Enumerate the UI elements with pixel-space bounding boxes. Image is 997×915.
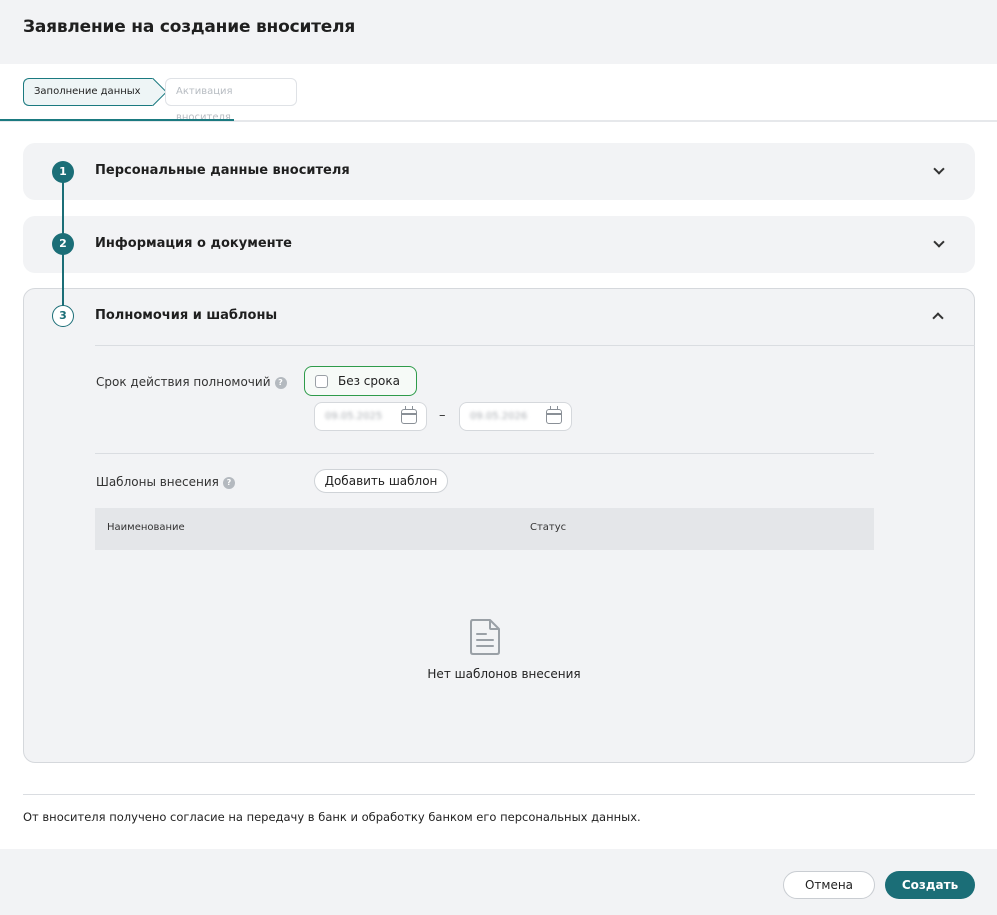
checkbox-box[interactable] bbox=[315, 375, 328, 388]
help-icon[interactable]: ? bbox=[274, 376, 287, 389]
date-to-field[interactable]: 09.05.2026 bbox=[459, 402, 572, 431]
calendar-icon[interactable] bbox=[546, 406, 562, 424]
divider bbox=[23, 794, 975, 795]
no-term-checkbox[interactable]: Без срока bbox=[304, 366, 417, 396]
section-document-info[interactable]: Информация о документе bbox=[23, 216, 975, 273]
section-personal-data[interactable]: Персональные данные вносителя bbox=[23, 143, 975, 200]
templates-table-header: Наименование Статус bbox=[95, 508, 874, 550]
date-from-field[interactable]: 09.05.2025 bbox=[314, 402, 427, 431]
section-authority-templates: Полномочия и шаблоны Срок действия полно… bbox=[23, 288, 975, 763]
step-activation[interactable]: Активация вносителя bbox=[165, 78, 297, 123]
section-number-3: 3 bbox=[52, 305, 74, 327]
divider bbox=[95, 345, 975, 346]
stepper-progress bbox=[0, 119, 234, 121]
add-template-button[interactable]: Добавить шаблон bbox=[314, 469, 448, 493]
authority-term-label-text: Срок действия полномочий bbox=[96, 375, 271, 389]
page-title: Заявление на создание вносителя bbox=[23, 17, 356, 37]
templates-label: Шаблоны внесения? bbox=[96, 475, 235, 489]
column-status[interactable]: Статус bbox=[530, 522, 566, 533]
section-title: Персональные данные вносителя bbox=[95, 163, 350, 178]
date-to-value: 09.05.2026 bbox=[470, 411, 528, 422]
section-title: Полномочия и шаблоны bbox=[95, 308, 278, 323]
date-from-value: 09.05.2025 bbox=[325, 411, 383, 422]
cancel-button[interactable]: Отмена bbox=[783, 871, 875, 899]
stepper: Заполнение данных Активация вносителя bbox=[0, 64, 997, 123]
help-icon[interactable]: ? bbox=[222, 476, 235, 489]
consent-text: От вносителя получено согласие на переда… bbox=[23, 810, 641, 824]
templates-label-text: Шаблоны внесения bbox=[96, 475, 219, 489]
date-range-dash: – bbox=[439, 408, 446, 423]
section-number-1: 1 bbox=[52, 161, 74, 183]
chevron-down-icon[interactable] bbox=[933, 163, 945, 175]
chevron-down-icon[interactable] bbox=[933, 236, 945, 248]
section-number-2: 2 bbox=[52, 233, 74, 255]
page-header: Заявление на создание вносителя bbox=[0, 0, 997, 64]
divider bbox=[95, 453, 874, 454]
document-icon bbox=[470, 619, 500, 655]
authority-term-label: Срок действия полномочий? bbox=[96, 375, 287, 389]
calendar-icon[interactable] bbox=[401, 406, 417, 424]
footer-actions: Отмена Создать bbox=[0, 849, 997, 915]
chevron-up-icon[interactable] bbox=[932, 312, 944, 324]
create-button[interactable]: Создать bbox=[885, 871, 975, 899]
section-title: Информация о документе bbox=[95, 236, 292, 251]
empty-state-text: Нет шаблонов внесения bbox=[427, 667, 581, 681]
no-term-label: Без срока bbox=[338, 374, 400, 388]
step-fill-data-label: Заполнение данных bbox=[34, 86, 141, 97]
column-name[interactable]: Наименование bbox=[107, 522, 185, 533]
